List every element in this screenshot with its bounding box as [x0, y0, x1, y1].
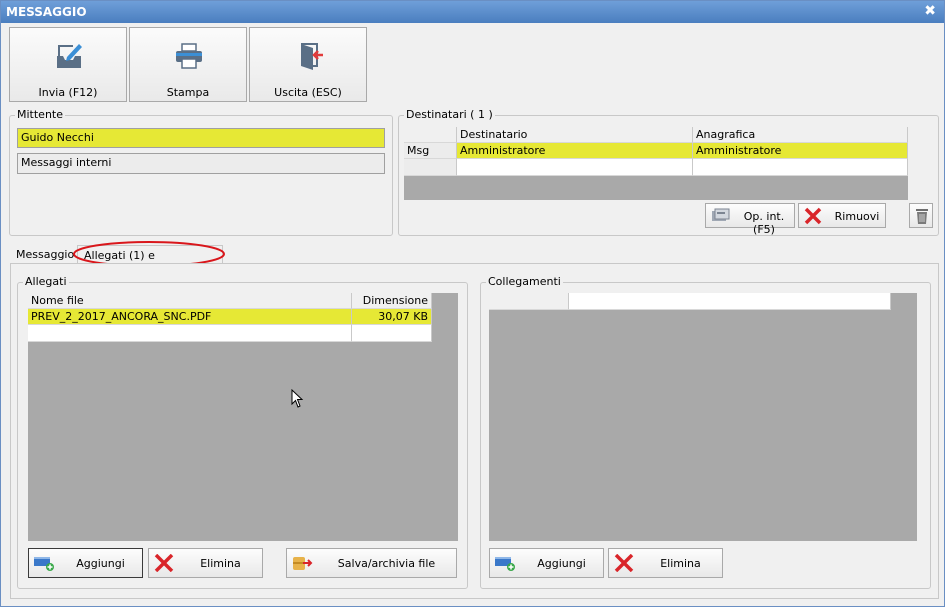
save-archive-button[interactable]: Salva/archivia file [286, 548, 457, 578]
attachments-add-button[interactable]: Aggiungi [28, 548, 143, 578]
print-button[interactable]: Stampa [129, 27, 247, 102]
links-group: Collegamenti Aggiungi Elimina [480, 275, 931, 589]
attachments-grid: Nome file Dimensione PREV_2_2017_ANCORA_… [28, 293, 458, 541]
attachments-delete-button[interactable]: Elimina [148, 548, 263, 578]
attachments-row-size[interactable]: 30,07 KB [352, 309, 432, 325]
add-link-icon [495, 557, 515, 571]
exit-button[interactable]: Uscita (ESC) [249, 27, 367, 102]
attachments-group: Allegati Nome file Dimensione PREV_2_201… [17, 275, 468, 589]
recipients-group-title: Destinatari ( 1 ) [404, 108, 495, 121]
trash-icon [916, 209, 928, 224]
op-int-label: Op. int. (F5) [743, 210, 785, 236]
save-archive-label: Salva/archivia file [337, 557, 436, 570]
red-x-icon [154, 554, 174, 572]
internal-operator-icon [712, 208, 730, 221]
attachments-new-row-cell[interactable] [28, 325, 352, 342]
window-title: MESSAGGIO [6, 5, 87, 19]
recipients-group: Destinatari ( 1 ) Destinatario Anagrafic… [398, 108, 939, 236]
send-message-icon [57, 44, 82, 68]
links-add-label: Aggiungi [537, 557, 586, 570]
attachments-add-label: Aggiungi [76, 557, 125, 570]
recipients-col-destinatario[interactable]: Destinatario [457, 127, 693, 143]
links-delete-label: Elimina [660, 557, 701, 570]
red-x-icon [804, 207, 822, 225]
recipients-new-row-header [404, 159, 457, 176]
attachments-row-filename[interactable]: PREV_2_2017_ANCORA_SNC.PDF [28, 309, 352, 325]
exit-door-icon [301, 43, 323, 70]
recipients-row-anagrafica[interactable]: Amministratore [693, 143, 908, 159]
links-header-cell[interactable] [489, 293, 569, 310]
links-grid [489, 293, 917, 541]
recipients-corner-header [404, 127, 457, 143]
op-int-button[interactable]: Op. int. (F5) [705, 203, 795, 236]
remove-button[interactable]: Rimuovi [798, 203, 886, 228]
links-delete-button[interactable]: Elimina [608, 548, 723, 578]
recipients-row-destinatario[interactable]: Amministratore [457, 143, 693, 159]
printer-icon [176, 43, 202, 69]
exit-label: Uscita (ESC) [274, 86, 342, 99]
title-bar: MESSAGGIO ✖ [1, 1, 944, 23]
recipients-grid: Destinatario Anagrafica Msg Amministrato… [404, 127, 908, 200]
recipients-row-header: Msg [404, 143, 457, 159]
attachments-new-row-cell[interactable] [352, 325, 432, 342]
add-file-icon [34, 557, 54, 571]
links-add-button[interactable]: Aggiungi [489, 548, 604, 578]
mouse-cursor-icon [291, 389, 304, 408]
archive-save-icon [293, 557, 313, 570]
attachments-col-nome-file[interactable]: Nome file [28, 293, 352, 309]
recipients-new-row-cell[interactable] [457, 159, 693, 176]
attachments-col-dimensione[interactable]: Dimensione [352, 293, 432, 309]
sender-type-field[interactable]: Messaggi interni [17, 153, 385, 174]
sender-group-title: Mittente [15, 108, 65, 121]
close-icon[interactable]: ✖ [924, 3, 936, 19]
recipients-new-row-cell[interactable] [693, 159, 908, 176]
print-label: Stampa [166, 86, 210, 99]
red-x-icon [614, 554, 634, 572]
send-button[interactable]: Invia (F12) [9, 27, 127, 102]
sender-group: Mittente Guido Necchi Messaggi interni [9, 108, 393, 236]
attachments-group-title: Allegati [23, 275, 69, 288]
links-header-cell[interactable] [569, 293, 891, 310]
remove-label: Rimuovi [834, 210, 880, 223]
trash-button[interactable] [909, 203, 933, 228]
send-label: Invia (F12) [38, 86, 98, 99]
recipients-col-anagrafica[interactable]: Anagrafica [693, 127, 908, 143]
messaggio-window: MESSAGGIO ✖ Invia (F12) Stampa Uscita (E… [0, 0, 945, 607]
tab-messaggio[interactable]: Messaggio [16, 245, 74, 265]
links-group-title: Collegamenti [486, 275, 563, 288]
sender-name-field[interactable]: Guido Necchi [17, 128, 385, 148]
attachments-tab-page: Allegati Nome file Dimensione PREV_2_201… [10, 263, 939, 599]
attachments-delete-label: Elimina [200, 557, 241, 570]
